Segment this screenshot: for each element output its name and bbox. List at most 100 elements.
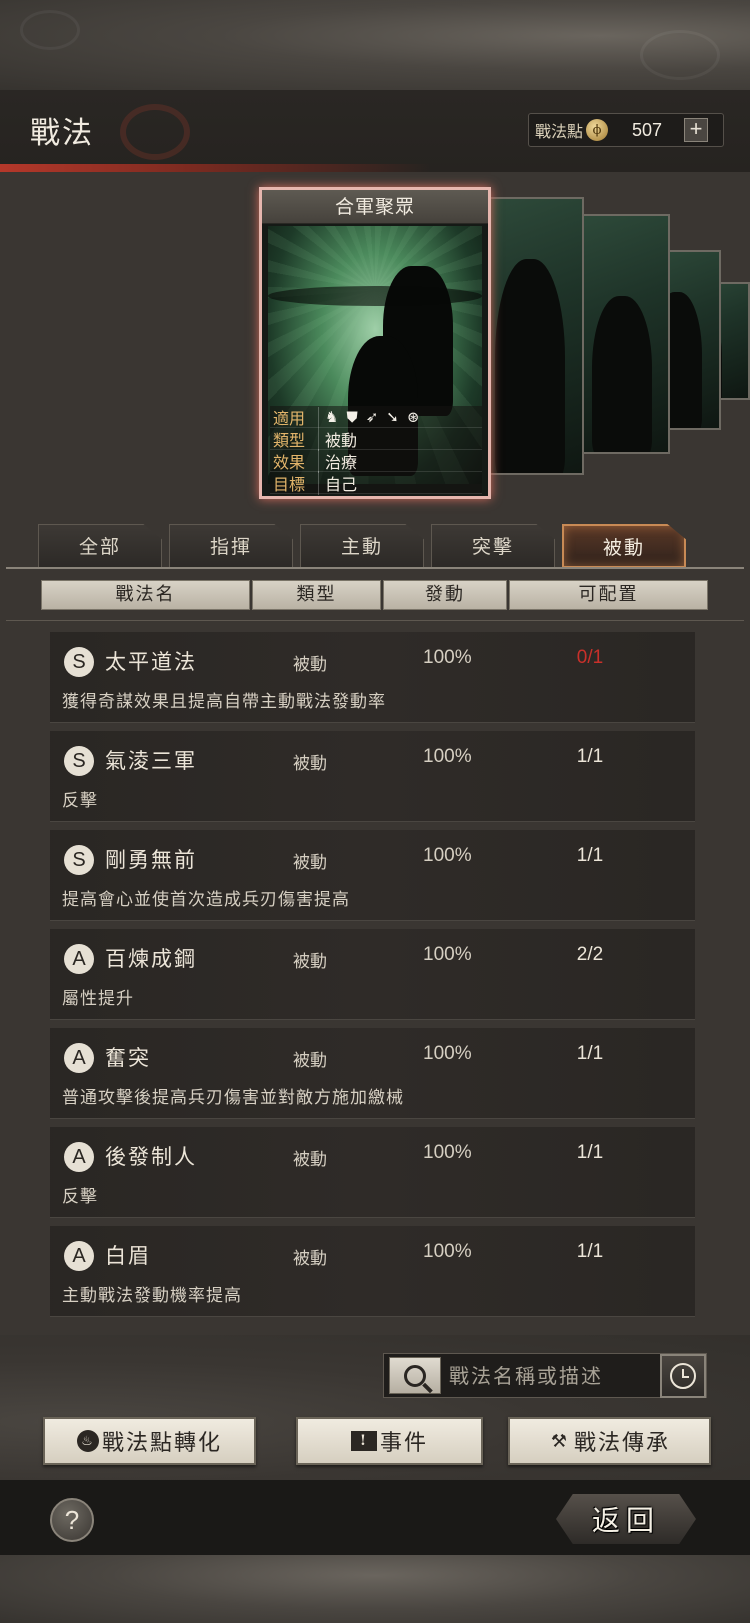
event-label: 事件 xyxy=(379,1431,428,1456)
grade-badge: A xyxy=(64,1142,94,1172)
tab-all[interactable]: 全部 xyxy=(38,524,162,568)
search-button[interactable] xyxy=(389,1357,441,1394)
tactic-type: 被動 xyxy=(293,952,327,972)
spear-icon: ➘ xyxy=(386,407,399,426)
tactic-description: 反擊 xyxy=(62,1187,98,1207)
grade-badge: A xyxy=(64,1043,94,1073)
tactic-slots: 1/1 xyxy=(576,1142,604,1163)
tactic-description: 普通攻擊後提高兵刃傷害並對敵方施加繳械 xyxy=(62,1088,404,1108)
carousel-card[interactable] xyxy=(570,214,670,454)
grade-badge: S xyxy=(64,647,94,677)
header-glow xyxy=(0,164,430,172)
card-title: 合軍聚眾 xyxy=(262,190,488,224)
tactic-list: S 太平道法 被動 100% 0/1 獲得奇謀效果且提高自帶主動戰法發動率 S … xyxy=(50,632,695,1325)
tab-passive[interactable]: 被動 xyxy=(562,524,686,568)
tactic-rate: 100% xyxy=(423,845,472,866)
list-divider xyxy=(6,620,744,621)
tactic-type: 被動 xyxy=(293,655,327,675)
stat-value: 治療 xyxy=(318,448,357,473)
back-button[interactable]: 返回 xyxy=(556,1494,696,1544)
tactic-slots: 1/1 xyxy=(576,1241,604,1262)
tactic-type: 被動 xyxy=(293,1150,327,1170)
convert-points-button[interactable]: ♨ 戰法點轉化 xyxy=(43,1417,256,1465)
card-stats: 適用 ♞ ⛊ ➶ ➘ ⊛ 類型 被動 效果 治療 目標 自己 xyxy=(270,406,482,495)
card-carousel[interactable]: 合軍聚眾 適用 ♞ ⛊ ➶ ➘ ⊛ 類型 被動 效果 治療 目標 自己 xyxy=(0,172,750,510)
tactic-rate: 100% xyxy=(423,1241,472,1262)
stat-value: 被動 xyxy=(318,426,357,451)
tactic-slots: 0/1 xyxy=(576,647,604,668)
grade-badge: A xyxy=(64,1241,94,1271)
tactic-description: 提高會心並使首次造成兵刃傷害提高 xyxy=(62,890,350,910)
column-headers: 戰法名 類型 發動 可配置 xyxy=(0,580,750,610)
stat-label: 目標 xyxy=(273,474,306,494)
tactic-type: 被動 xyxy=(293,1249,327,1269)
add-points-button[interactable]: + xyxy=(684,118,709,142)
tactic-name: 剛勇無前 xyxy=(105,848,197,872)
grade-badge: S xyxy=(64,845,94,875)
tactic-row[interactable]: S 太平道法 被動 100% 0/1 獲得奇謀效果且提高自帶主動戰法發動率 xyxy=(50,632,695,723)
tactic-row[interactable]: A 奮突 被動 100% 1/1 普通攻擊後提高兵刃傷害並對敵方施加繳械 xyxy=(50,1028,695,1119)
column-header-name[interactable]: 戰法名 xyxy=(41,580,250,610)
troop-type-icons: ♞ ⛊ ➶ ➘ ⊛ xyxy=(318,406,420,427)
header-swirl-decoration xyxy=(120,104,190,160)
help-button[interactable]: ? xyxy=(50,1498,94,1542)
cavalry-icon: ♞ xyxy=(325,407,339,426)
stat-row-type: 類型 被動 xyxy=(270,426,482,451)
selected-tactic-card[interactable]: 合軍聚眾 適用 ♞ ⛊ ➶ ➘ ⊛ 類型 被動 效果 治療 目標 自己 xyxy=(259,187,491,499)
tactic-name: 奮突 xyxy=(105,1046,151,1070)
filter-tabs: 全部 指揮 主動 突擊 被動 xyxy=(38,524,686,568)
tab-active[interactable]: 主動 xyxy=(300,524,424,568)
siege-icon: ⊛ xyxy=(406,407,420,426)
search-bar xyxy=(383,1353,707,1398)
tactic-description: 主動戰法發動機率提高 xyxy=(62,1286,242,1306)
tactic-description: 獲得奇謀效果且提高自帶主動戰法發動率 xyxy=(62,692,386,712)
stat-label: 適用 xyxy=(273,408,306,428)
tactic-name: 太平道法 xyxy=(105,650,197,674)
search-icon xyxy=(404,1364,426,1387)
grade-badge: A xyxy=(64,944,94,974)
tactic-name: 氣淩三軍 xyxy=(105,749,197,773)
tactic-row[interactable]: A 百煉成鋼 被動 100% 2/2 屬性提升 xyxy=(50,929,695,1020)
tactic-rate: 100% xyxy=(423,1142,472,1163)
back-label: 返回 xyxy=(591,1504,660,1537)
bow-icon: ➶ xyxy=(365,407,379,426)
convert-points-label: 戰法點轉化 xyxy=(101,1431,222,1456)
stat-value: 自己 xyxy=(318,470,357,495)
inherit-button[interactable]: ⚒ 戰法傳承 xyxy=(508,1417,711,1465)
column-header-rate[interactable]: 發動 xyxy=(383,580,507,610)
tactic-slots: 2/2 xyxy=(576,944,604,965)
event-button[interactable]: ! 事件 xyxy=(296,1417,483,1465)
tactic-point-coin-icon: ϕ xyxy=(586,119,609,141)
tactic-description: 屬性提升 xyxy=(62,989,134,1009)
tactic-rate: 100% xyxy=(423,1043,472,1064)
tactic-slots: 1/1 xyxy=(576,1043,604,1064)
tactic-name: 白眉 xyxy=(105,1244,151,1268)
stat-row-troops: 適用 ♞ ⛊ ➶ ➘ ⊛ xyxy=(270,406,482,428)
grade-badge: S xyxy=(64,746,94,776)
stat-row-effect: 效果 治療 xyxy=(270,448,482,473)
header-bar: 戰法 戰法點 ϕ 507 + xyxy=(0,90,750,172)
tactic-type: 被動 xyxy=(293,853,327,873)
tactic-slots: 1/1 xyxy=(576,746,604,767)
column-header-type[interactable]: 類型 xyxy=(252,580,381,610)
tactic-row[interactable]: S 剛勇無前 被動 100% 1/1 提高會心並使首次造成兵刃傷害提高 xyxy=(50,830,695,921)
tactic-description: 反擊 xyxy=(62,791,98,811)
stat-label: 類型 xyxy=(273,430,306,450)
page-title: 戰法 xyxy=(30,116,94,151)
tactic-points-value: 507 xyxy=(632,119,663,140)
column-header-slots[interactable]: 可配置 xyxy=(509,580,708,610)
tab-assault[interactable]: 突擊 xyxy=(431,524,555,568)
history-button[interactable] xyxy=(660,1354,706,1398)
stat-label: 效果 xyxy=(273,452,306,472)
shield-icon: ⛊ xyxy=(346,407,358,426)
tactic-row[interactable]: S 氣淩三軍 被動 100% 1/1 反擊 xyxy=(50,731,695,822)
footer-bar: ? 返回 xyxy=(0,1480,750,1555)
search-input[interactable] xyxy=(449,1363,649,1388)
tactic-row[interactable]: A 後發制人 被動 100% 1/1 反擊 xyxy=(50,1127,695,1218)
flame-icon: ♨ xyxy=(76,1430,99,1452)
tactic-row[interactable]: A 白眉 被動 100% 1/1 主動戰法發動機率提高 xyxy=(50,1226,695,1317)
tab-command[interactable]: 指揮 xyxy=(169,524,293,568)
inherit-label: 戰法傳承 xyxy=(573,1431,670,1456)
carousel-card[interactable] xyxy=(478,197,584,475)
stat-row-target: 目標 自己 xyxy=(270,470,482,495)
